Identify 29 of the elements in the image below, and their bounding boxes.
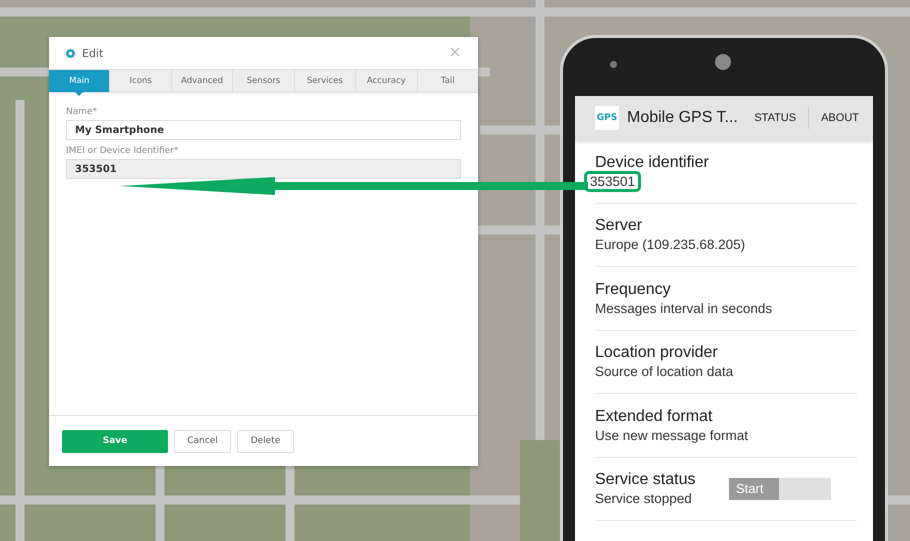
close-button[interactable] xyxy=(450,47,462,59)
setting-subtitle: Messages interval in seconds xyxy=(595,300,772,316)
app-logo: GPS xyxy=(595,106,619,130)
setting-title: Device identifier xyxy=(595,154,710,172)
action-button[interactable]: Delete xyxy=(237,430,294,452)
sensor-icon xyxy=(610,61,617,68)
setting-subtitle: Use new message format xyxy=(595,428,748,443)
settings-icon xyxy=(65,48,76,58)
action-button[interactable]: Cancel xyxy=(174,430,231,452)
setting-title: Service status xyxy=(595,471,696,490)
save-button[interactable]: Save xyxy=(62,430,168,452)
setting-title: Extended format xyxy=(595,408,714,426)
highlighted-value: 353501 xyxy=(587,174,638,189)
app-bar-action[interactable]: STATUS xyxy=(748,112,802,124)
toggle-switch[interactable]: Start xyxy=(729,478,831,500)
field-label: Name* xyxy=(66,107,98,117)
setting-title: Frequency xyxy=(595,280,672,299)
camera-icon xyxy=(715,54,731,70)
setting-title: Location provider xyxy=(595,344,719,362)
app-title: Mobile GPS T... xyxy=(627,109,739,127)
setting-subtitle: Service stopped xyxy=(595,491,692,506)
input-field[interactable]: My Smartphone xyxy=(66,120,461,140)
dialog-title: Edit xyxy=(82,46,104,60)
setting-subtitle: Source of location data xyxy=(595,364,734,380)
field-label: IMEI or Device Identifier* xyxy=(66,146,180,156)
close-icon xyxy=(450,47,460,57)
setting-title: Server xyxy=(595,217,644,236)
setting-subtitle: Europe (109.235.68.205) xyxy=(595,237,746,252)
app-bar-action[interactable]: ABOUT xyxy=(815,112,865,124)
